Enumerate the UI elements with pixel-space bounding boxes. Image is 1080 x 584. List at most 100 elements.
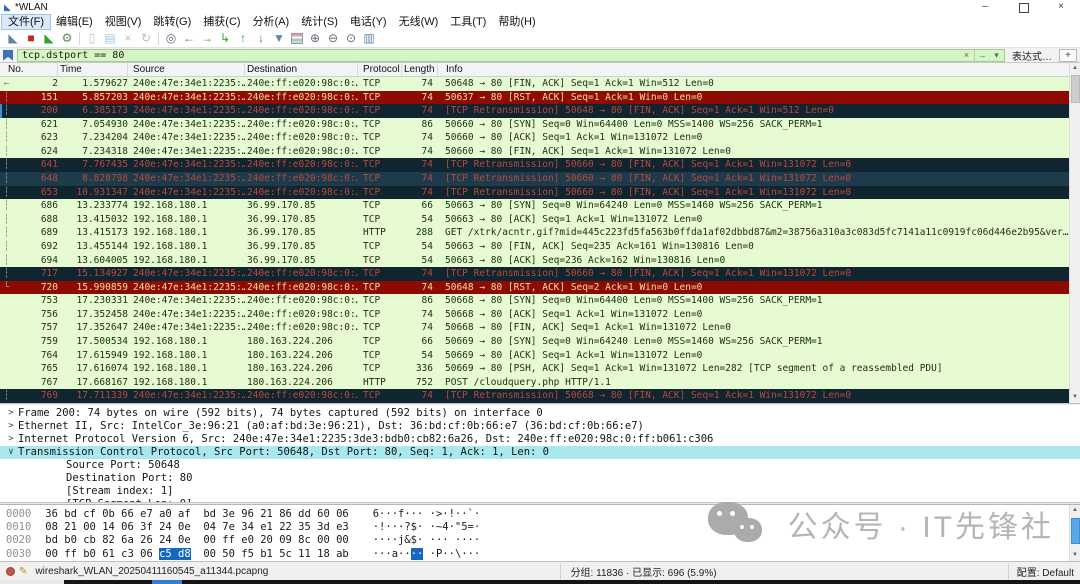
save-file-icon[interactable]: ▤ [101, 30, 119, 47]
capture-comment-icon[interactable]: ✎ [19, 566, 27, 577]
detail-line-1[interactable]: >Frame 200: 74 bytes on wire (592 bits),… [0, 407, 1080, 420]
menu-item-1[interactable]: 文件(F) [2, 15, 50, 29]
go-to-packet-icon[interactable]: ↳ [216, 30, 234, 47]
menu-item-6[interactable]: 分析(A) [247, 15, 296, 29]
zoom-reset-icon[interactable]: ⊙ [342, 30, 360, 47]
column-header-protocol[interactable]: Protocol [358, 63, 402, 76]
cell-mark: ┆ [0, 254, 13, 268]
packet-row-686[interactable]: ┆68613.233774192.168.180.136.99.170.85TC… [0, 199, 1069, 213]
cell-proto: HTTP [358, 226, 402, 240]
capture-restart-icon[interactable]: ◣ [40, 30, 58, 47]
scroll-up-icon[interactable]: ▲ [1070, 63, 1080, 74]
packet-row-759[interactable]: 75917.500534192.168.180.1180.163.224.206… [0, 335, 1069, 349]
column-header-info[interactable]: Info [438, 63, 1080, 76]
menu-item-4[interactable]: 跳转(G) [147, 15, 197, 29]
bookmark-icon[interactable] [3, 50, 13, 61]
menu-item-9[interactable]: 无线(W) [393, 15, 445, 29]
hex-row-0030[interactable]: 003000 ff b0 61 c3 06 c5 d8 00 50 f5 b1 … [6, 548, 1080, 561]
column-header-length[interactable]: Length [402, 63, 438, 76]
close-file-icon[interactable]: × [119, 30, 137, 47]
packet-row-623[interactable]: ┆6237.234204240e:47e:34e1:2235:…240e:ff:… [0, 131, 1069, 145]
packet-row-200[interactable]: ┆2006.385173240e:47e:34e1:2235:…240e:ff:… [0, 104, 1069, 118]
expression-button[interactable]: 表达式… [1005, 48, 1059, 63]
scroll-up-icon[interactable]: ▲ [1070, 505, 1080, 516]
find-packet-icon[interactable]: ◎ [162, 30, 180, 47]
menu-item-7[interactable]: 统计(S) [295, 15, 344, 29]
filter-dropdown-icon[interactable]: ▾ [989, 49, 1004, 61]
open-file-icon[interactable]: ▯ [83, 30, 101, 47]
detail-line-4[interactable]: ∨Transmission Control Protocol, Src Port… [0, 446, 1080, 459]
zoom-out-icon[interactable]: ⊖ [324, 30, 342, 47]
hex-row-0010[interactable]: 001008 21 00 14 06 3f 24 0e 04 7e 34 e1 … [6, 521, 1080, 534]
scrollbar-thumb[interactable] [1071, 75, 1080, 103]
menu-item-8[interactable]: 电话(Y) [344, 15, 393, 29]
detail-line-6[interactable]: Destination Port: 80 [0, 472, 1080, 485]
packet-row-621[interactable]: ┆6217.054930240e:47e:34e1:2235:…240e:ff:… [0, 118, 1069, 132]
packet-row-757[interactable]: 75717.352647240e:47e:34e1:2235:…240e:ff:… [0, 321, 1069, 335]
go-first-icon[interactable]: ↑ [234, 30, 252, 47]
packet-row-720[interactable]: └72015.990859240e:47e:34e1:2235:…240e:ff… [0, 281, 1069, 295]
clear-filter-icon[interactable]: × [959, 49, 974, 61]
profile-status[interactable]: 配置: Default [1008, 564, 1080, 579]
packet-row-769[interactable]: ┆76917.711339240e:47e:34e1:2235:…240e:ff… [0, 389, 1069, 403]
packet-row-653[interactable]: ┆65310.931347240e:47e:34e1:2235:…240e:ff… [0, 186, 1069, 200]
packet-row-648[interactable]: ┆6488.828798240e:47e:34e1:2235:…240e:ff:… [0, 172, 1069, 186]
packet-row-2[interactable]: ←21.579627240e:47e:34e1:2235:…240e:ff:e0… [0, 77, 1069, 91]
apply-filter-icon[interactable]: → [974, 49, 989, 61]
bytes-scrollbar[interactable]: ▲ ▼ [1069, 505, 1080, 561]
packet-row-753[interactable]: 75317.230331240e:47e:34e1:2235:…240e:ff:… [0, 294, 1069, 308]
go-back-icon[interactable]: ← [180, 30, 198, 47]
packet-list-scrollbar[interactable]: ▲ ▼ [1069, 63, 1080, 403]
column-header-time[interactable]: Time [58, 63, 128, 76]
packet-row-767[interactable]: 76717.668167192.168.180.1180.163.224.206… [0, 376, 1069, 390]
packet-row-765[interactable]: 76517.616074192.168.180.1180.163.224.206… [0, 362, 1069, 376]
column-header-source[interactable]: Source [128, 63, 245, 76]
scroll-down-icon[interactable]: ▼ [1070, 550, 1080, 561]
zoom-in-icon[interactable]: ⊕ [306, 30, 324, 47]
expander-icon[interactable]: ∨ [4, 446, 18, 459]
expander-icon[interactable]: > [4, 407, 18, 420]
detail-line-3[interactable]: >Internet Protocol Version 6, Src: 240e:… [0, 433, 1080, 446]
add-filter-button[interactable]: + [1059, 49, 1077, 62]
expander-icon[interactable]: > [4, 433, 18, 446]
resize-columns-icon[interactable]: ▥ [360, 30, 378, 47]
detail-line-2[interactable]: >Ethernet II, Src: IntelCor_3e:96:21 (a0… [0, 420, 1080, 433]
packet-row-694[interactable]: ┆69413.604005192.168.180.136.99.170.85TC… [0, 254, 1069, 268]
column-header-no[interactable]: No. [0, 63, 58, 76]
detail-line-7[interactable]: [Stream index: 1] [0, 485, 1080, 498]
menu-item-3[interactable]: 视图(V) [99, 15, 148, 29]
detail-line-5[interactable]: Source Port: 50648 [0, 459, 1080, 472]
capture-start-icon[interactable]: ◣ [4, 30, 22, 47]
scrollbar-thumb[interactable] [1071, 518, 1080, 544]
expert-info-icon[interactable] [6, 567, 15, 576]
packet-row-689[interactable]: ┆68913.415173192.168.180.136.99.170.85HT… [0, 226, 1069, 240]
minimize-button-icon[interactable]: – [966, 0, 1004, 14]
reload-icon[interactable]: ↻ [137, 30, 155, 47]
capture-stop-icon[interactable]: ■ [22, 30, 40, 47]
packet-row-151[interactable]: ┆1515.857203240e:47e:34e1:2235:…240e:ff:… [0, 91, 1069, 105]
packet-row-641[interactable]: ┆6417.767435240e:47e:34e1:2235:…240e:ff:… [0, 158, 1069, 172]
auto-scroll-icon[interactable]: ▼ [270, 30, 288, 47]
packet-row-624[interactable]: ┆6247.234318240e:47e:34e1:2235:…240e:ff:… [0, 145, 1069, 159]
hex-row-0000[interactable]: 000036 bd cf 0b 66 e7 a0 af bd 3e 96 21 … [6, 508, 1080, 521]
go-last-icon[interactable]: ↓ [252, 30, 270, 47]
packet-row-756[interactable]: 75617.352458240e:47e:34e1:2235:…240e:ff:… [0, 308, 1069, 322]
packet-row-688[interactable]: ┆68813.415032192.168.180.136.99.170.85TC… [0, 213, 1069, 227]
packet-row-717[interactable]: ┆71715.134927240e:47e:34e1:2235:…240e:ff… [0, 267, 1069, 281]
maximize-button-icon[interactable] [1004, 0, 1042, 14]
hex-row-0020[interactable]: 0020bd b0 cb 82 6a 26 24 0e 00 ff e0 20 … [6, 534, 1080, 547]
display-filter-input[interactable]: tcp.dstport == 80 ×→▾ [17, 49, 1005, 62]
colorize-icon[interactable] [288, 30, 306, 47]
column-header-destination[interactable]: Destination [245, 63, 358, 76]
menu-item-11[interactable]: 帮助(H) [492, 15, 541, 29]
menu-item-5[interactable]: 捕获(C) [197, 15, 246, 29]
menu-item-2[interactable]: 编辑(E) [50, 15, 99, 29]
expander-icon[interactable]: > [4, 420, 18, 433]
menu-item-10[interactable]: 工具(T) [444, 15, 492, 29]
capture-options-icon[interactable]: ⚙ [58, 30, 76, 47]
scroll-down-icon[interactable]: ▼ [1070, 392, 1080, 403]
packet-row-764[interactable]: 76417.615949192.168.180.1180.163.224.206… [0, 349, 1069, 363]
packet-row-692[interactable]: ┆69213.455144192.168.180.136.99.170.85TC… [0, 240, 1069, 254]
go-forward-icon[interactable]: → [198, 30, 216, 47]
close-button-icon[interactable]: × [1042, 0, 1080, 14]
